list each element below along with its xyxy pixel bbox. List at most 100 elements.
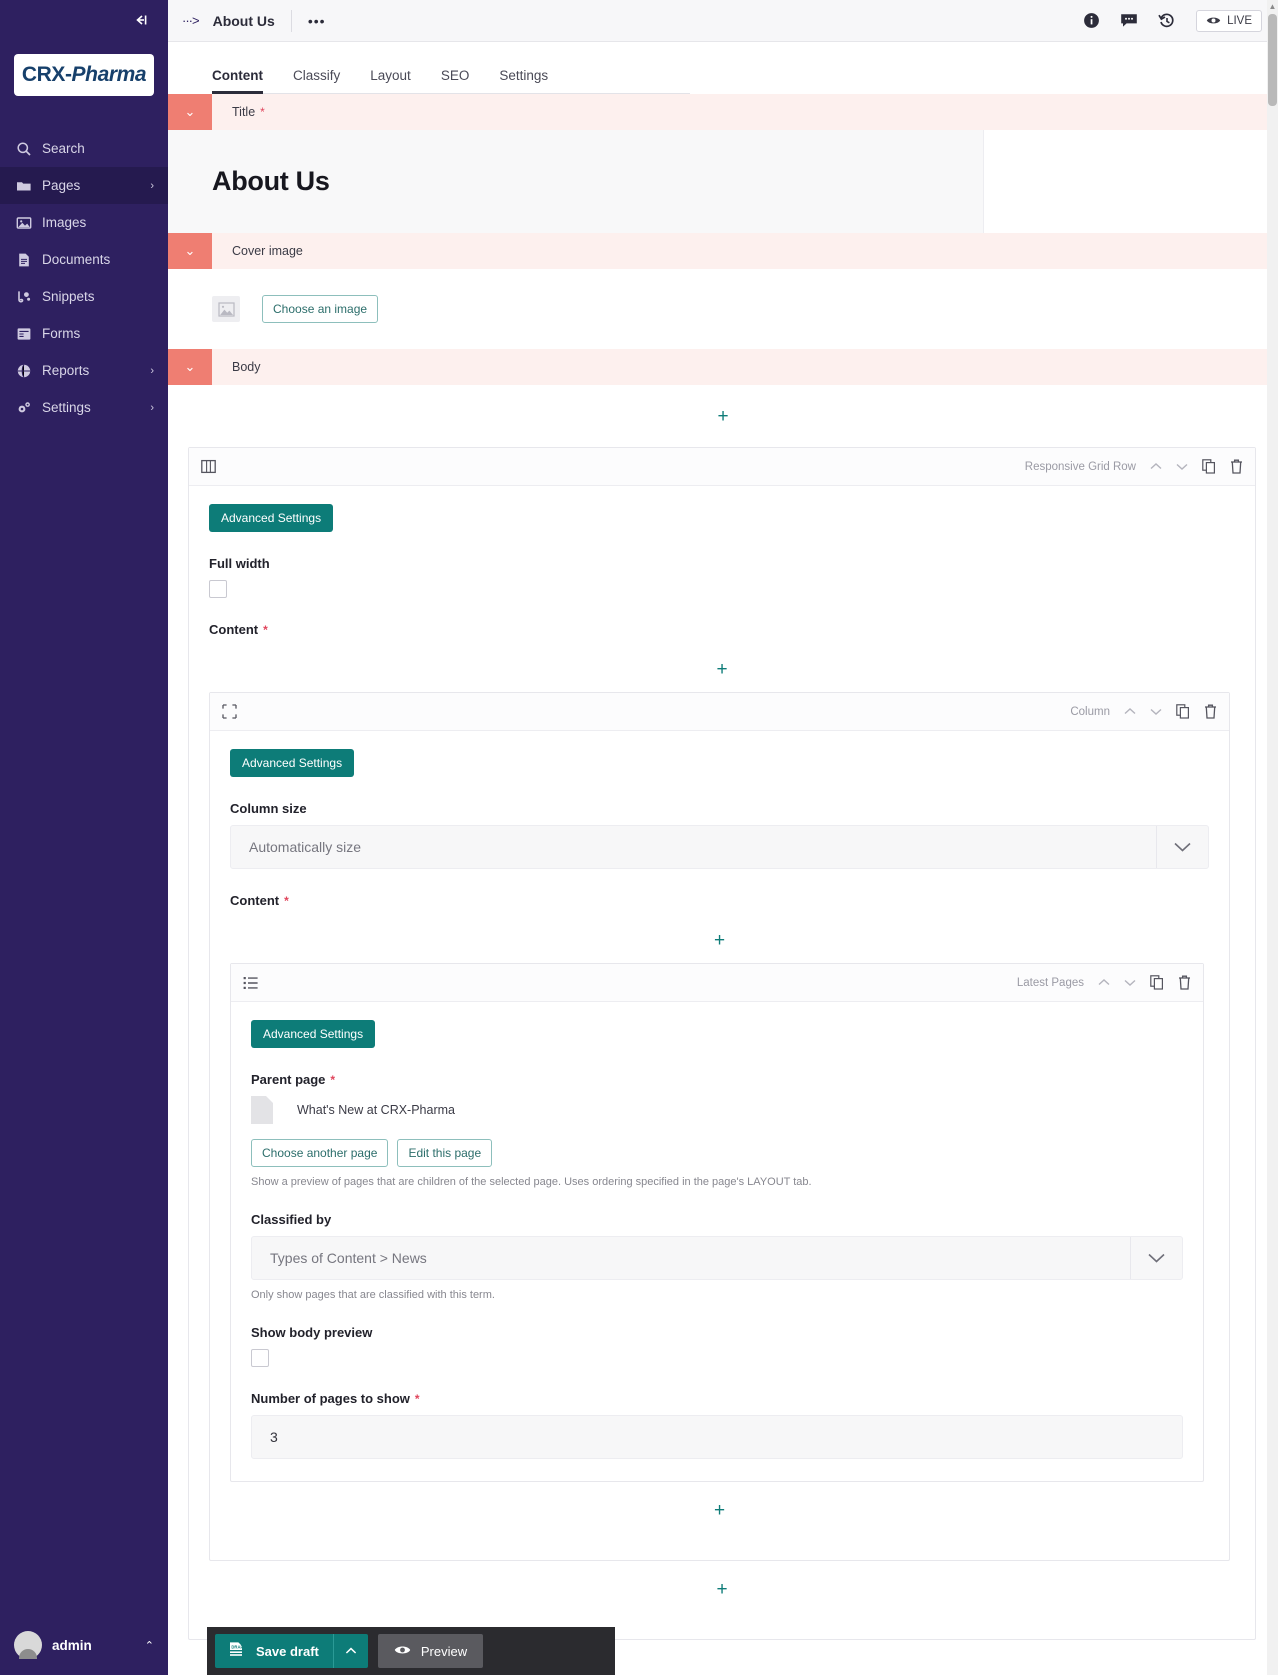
sidebar-item-documents[interactable]: Documents xyxy=(0,241,168,278)
sidebar-item-reports[interactable]: Reports › xyxy=(0,352,168,389)
tab-seo[interactable]: SEO xyxy=(441,68,470,94)
history-icon[interactable] xyxy=(1158,12,1176,29)
block-body: Advanced Settings Full width Content* + xyxy=(189,486,1255,1639)
page-title: About Us xyxy=(213,13,275,29)
tab-layout[interactable]: Layout xyxy=(370,68,411,94)
chevron-down-icon[interactable] xyxy=(1130,1237,1182,1279)
app-logo[interactable]: CRX-Pharma xyxy=(14,54,154,96)
scrollbar-track[interactable]: ▲ xyxy=(1267,0,1278,1675)
duplicate-icon[interactable] xyxy=(1150,975,1164,990)
show-body-preview-checkbox[interactable] xyxy=(251,1349,269,1367)
move-down-icon[interactable] xyxy=(1150,707,1162,716)
move-up-icon[interactable] xyxy=(1124,707,1136,716)
content-label-column: Content* xyxy=(230,893,1209,908)
advanced-settings-button-latest-pages[interactable]: Advanced Settings xyxy=(251,1020,375,1048)
scrollbar-thumb[interactable] xyxy=(1268,14,1277,106)
title-input[interactable]: About Us xyxy=(168,130,983,233)
save-draft-label: Save draft xyxy=(256,1644,319,1659)
scroll-up-arrow[interactable]: ▲ xyxy=(1268,2,1277,11)
breadcrumb-collapsed-icon[interactable]: ···> xyxy=(182,13,199,28)
block-header: Latest Pages xyxy=(231,964,1203,1002)
section-toggle-title[interactable]: ⌄ xyxy=(168,94,212,130)
sidebar-item-label: Documents xyxy=(42,252,154,267)
logo-part2: Pharma xyxy=(72,63,147,86)
tab-content[interactable]: Content xyxy=(212,68,263,94)
block-body: Advanced Settings Column size Automatica… xyxy=(210,731,1229,1560)
tab-classify[interactable]: Classify xyxy=(293,68,340,94)
move-down-icon[interactable] xyxy=(1124,978,1136,987)
delete-icon[interactable] xyxy=(1178,975,1191,990)
divider xyxy=(291,10,292,32)
move-down-icon[interactable] xyxy=(1176,462,1188,471)
title-field-row: About Us xyxy=(168,130,1278,233)
add-block-row: + xyxy=(209,646,1235,692)
save-draft-chevron-up-icon[interactable] xyxy=(334,1647,368,1655)
add-block-icon[interactable]: + xyxy=(716,1580,727,1599)
move-up-icon[interactable] xyxy=(1150,462,1162,471)
topbar: ···> About Us ••• LIVE xyxy=(168,0,1278,42)
classified-by-label: Classified by xyxy=(251,1212,1183,1227)
chevron-up-icon[interactable]: ⌃ xyxy=(145,1639,154,1652)
delete-icon[interactable] xyxy=(1204,704,1217,719)
sidebar-item-search[interactable]: Search xyxy=(0,130,168,167)
section-toggle-body[interactable]: ⌄ xyxy=(168,349,212,385)
block-tools: Column xyxy=(1070,704,1217,719)
comment-icon[interactable] xyxy=(1120,12,1138,29)
body-region: + Responsive Grid Row xyxy=(168,385,1278,1640)
block-latest-pages: Latest Pages xyxy=(230,963,1204,1482)
section-label-cover-image: Cover image xyxy=(212,244,303,258)
info-icon[interactable] xyxy=(1083,12,1100,29)
move-up-icon[interactable] xyxy=(1098,978,1110,987)
live-button[interactable]: LIVE xyxy=(1196,10,1262,32)
document-icon xyxy=(16,252,42,268)
show-body-preview-label: Show body preview xyxy=(251,1325,1183,1340)
advanced-settings-button-column[interactable]: Advanced Settings xyxy=(230,749,354,777)
sidebar-item-label: Settings xyxy=(42,400,150,415)
sidebar-item-images[interactable]: Images xyxy=(0,204,168,241)
more-menu-icon[interactable]: ••• xyxy=(308,13,326,29)
number-of-pages-input[interactable]: 3 xyxy=(251,1415,1183,1459)
block-header: Column xyxy=(210,693,1229,731)
logo-wrap: CRX-Pharma xyxy=(0,42,168,96)
sidebar-item-forms[interactable]: Forms xyxy=(0,315,168,352)
add-block-icon[interactable]: + xyxy=(714,1501,725,1520)
chevron-down-icon[interactable] xyxy=(1156,826,1208,868)
choose-an-image-button[interactable]: Choose an image xyxy=(262,295,378,323)
section-toggle-cover-image[interactable]: ⌄ xyxy=(168,233,212,269)
tab-settings[interactable]: Settings xyxy=(499,68,548,94)
full-width-label: Full width xyxy=(209,556,1235,571)
edit-this-page-button[interactable]: Edit this page xyxy=(397,1139,492,1167)
preview-button[interactable]: Preview xyxy=(378,1634,483,1668)
save-draft-button[interactable]: DRAFT Save draft xyxy=(215,1634,368,1668)
list-icon xyxy=(243,976,258,990)
sidebar-item-label: Reports xyxy=(42,363,150,378)
sidebar-item-settings[interactable]: Settings › xyxy=(0,389,168,426)
section-label-title: Title xyxy=(212,105,255,119)
duplicate-icon[interactable] xyxy=(1176,704,1190,719)
choose-another-page-button[interactable]: Choose another page xyxy=(251,1139,388,1167)
grid-row-icon xyxy=(201,459,216,474)
title-field-gutter xyxy=(983,130,1278,233)
section-header-body: ⌄ Body xyxy=(168,349,1278,385)
section-label-body: Body xyxy=(212,360,261,374)
sidebar-collapse-row xyxy=(0,0,168,42)
delete-icon[interactable] xyxy=(1230,459,1243,474)
chevron-right-icon: › xyxy=(150,402,154,414)
sidebar-item-pages[interactable]: Pages › xyxy=(0,167,168,204)
full-width-checkbox[interactable] xyxy=(209,580,227,598)
folder-icon xyxy=(16,178,42,194)
collapse-left-icon[interactable] xyxy=(132,13,148,30)
column-size-select[interactable]: Automatically size xyxy=(230,825,1209,869)
sidebar-item-label: Images xyxy=(42,215,154,230)
block-type-label: Column xyxy=(1070,706,1110,718)
sidebar-user-row[interactable]: admin ⌃ xyxy=(0,1631,168,1659)
add-block-icon[interactable]: + xyxy=(716,660,727,679)
logo-part1: CRX- xyxy=(22,63,72,86)
add-block-icon[interactable]: + xyxy=(717,407,728,426)
sidebar-item-label: Search xyxy=(42,141,154,156)
advanced-settings-button-grid-row[interactable]: Advanced Settings xyxy=(209,504,333,532)
duplicate-icon[interactable] xyxy=(1202,459,1216,474)
classified-by-select[interactable]: Types of Content > News xyxy=(251,1236,1183,1280)
sidebar-item-snippets[interactable]: Snippets xyxy=(0,278,168,315)
add-block-icon[interactable]: + xyxy=(714,931,725,950)
